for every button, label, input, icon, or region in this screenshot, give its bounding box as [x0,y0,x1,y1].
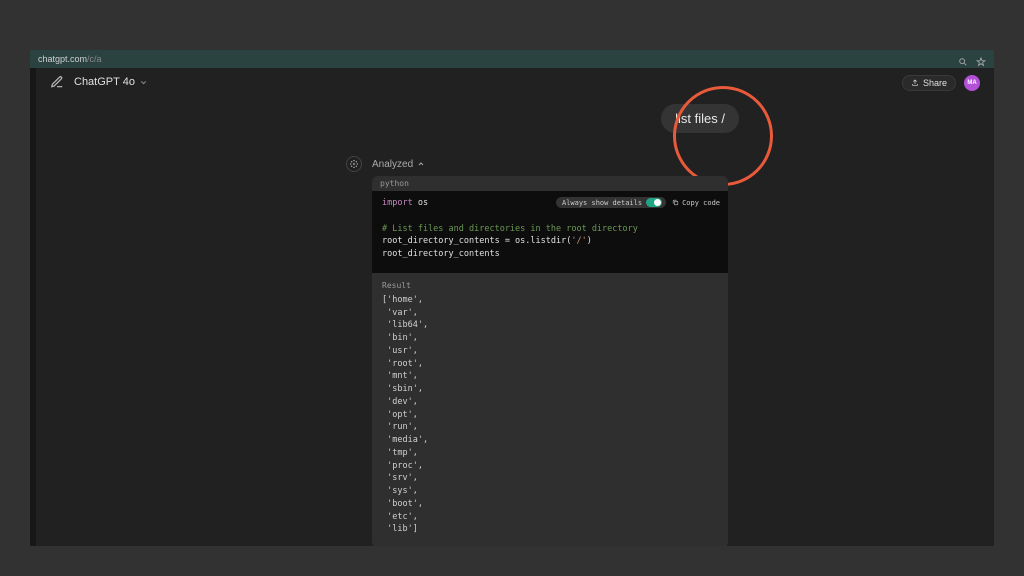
result-content: ['home', 'var', 'lib64', 'bin', 'usr', '… [382,294,718,536]
result-label: Result [382,281,718,290]
zoom-icon[interactable] [958,54,968,64]
toggle-switch [646,198,662,207]
always-show-details-toggle[interactable]: Always show details [556,197,666,208]
code-panel: python Always show details Copy code [372,176,728,546]
user-avatar[interactable]: MA [964,75,980,91]
new-chat-icon[interactable] [50,75,64,89]
assistant-avatar-icon [346,156,362,172]
share-button[interactable]: Share [902,75,956,91]
url-bar[interactable]: chatgpt.com/c/a [30,50,994,68]
copy-icon [672,199,679,206]
assistant-header: Analyzed [346,156,425,172]
main-area: ChatGPT 4o Share MA list files / [36,68,994,546]
model-selector[interactable]: ChatGPT 4o [74,76,148,88]
copy-code-button[interactable]: Copy code [672,199,720,207]
result-section: Result ['home', 'var', 'lib64', 'bin', '… [372,273,728,546]
user-message: list files / [661,104,739,133]
browser-window: chatgpt.com/c/a ChatGPT 4o Share MA [30,50,994,546]
url-text: chatgpt.com/c/a [38,54,950,64]
code-language-label: python [372,176,728,191]
conversation: list files / Analyzed python [36,96,994,546]
annotation-circle [673,86,773,186]
analyzed-toggle[interactable]: Analyzed [372,156,425,172]
model-name: ChatGPT 4o [74,76,135,88]
code-section: Always show details Copy code import os … [372,191,728,273]
star-icon[interactable] [976,54,986,64]
top-bar: ChatGPT 4o Share MA [36,68,994,96]
share-icon [911,79,919,87]
share-label: Share [923,78,947,88]
chevron-up-icon [417,160,425,168]
app-area: ChatGPT 4o Share MA list files / [30,68,994,546]
chevron-down-icon [139,78,148,87]
